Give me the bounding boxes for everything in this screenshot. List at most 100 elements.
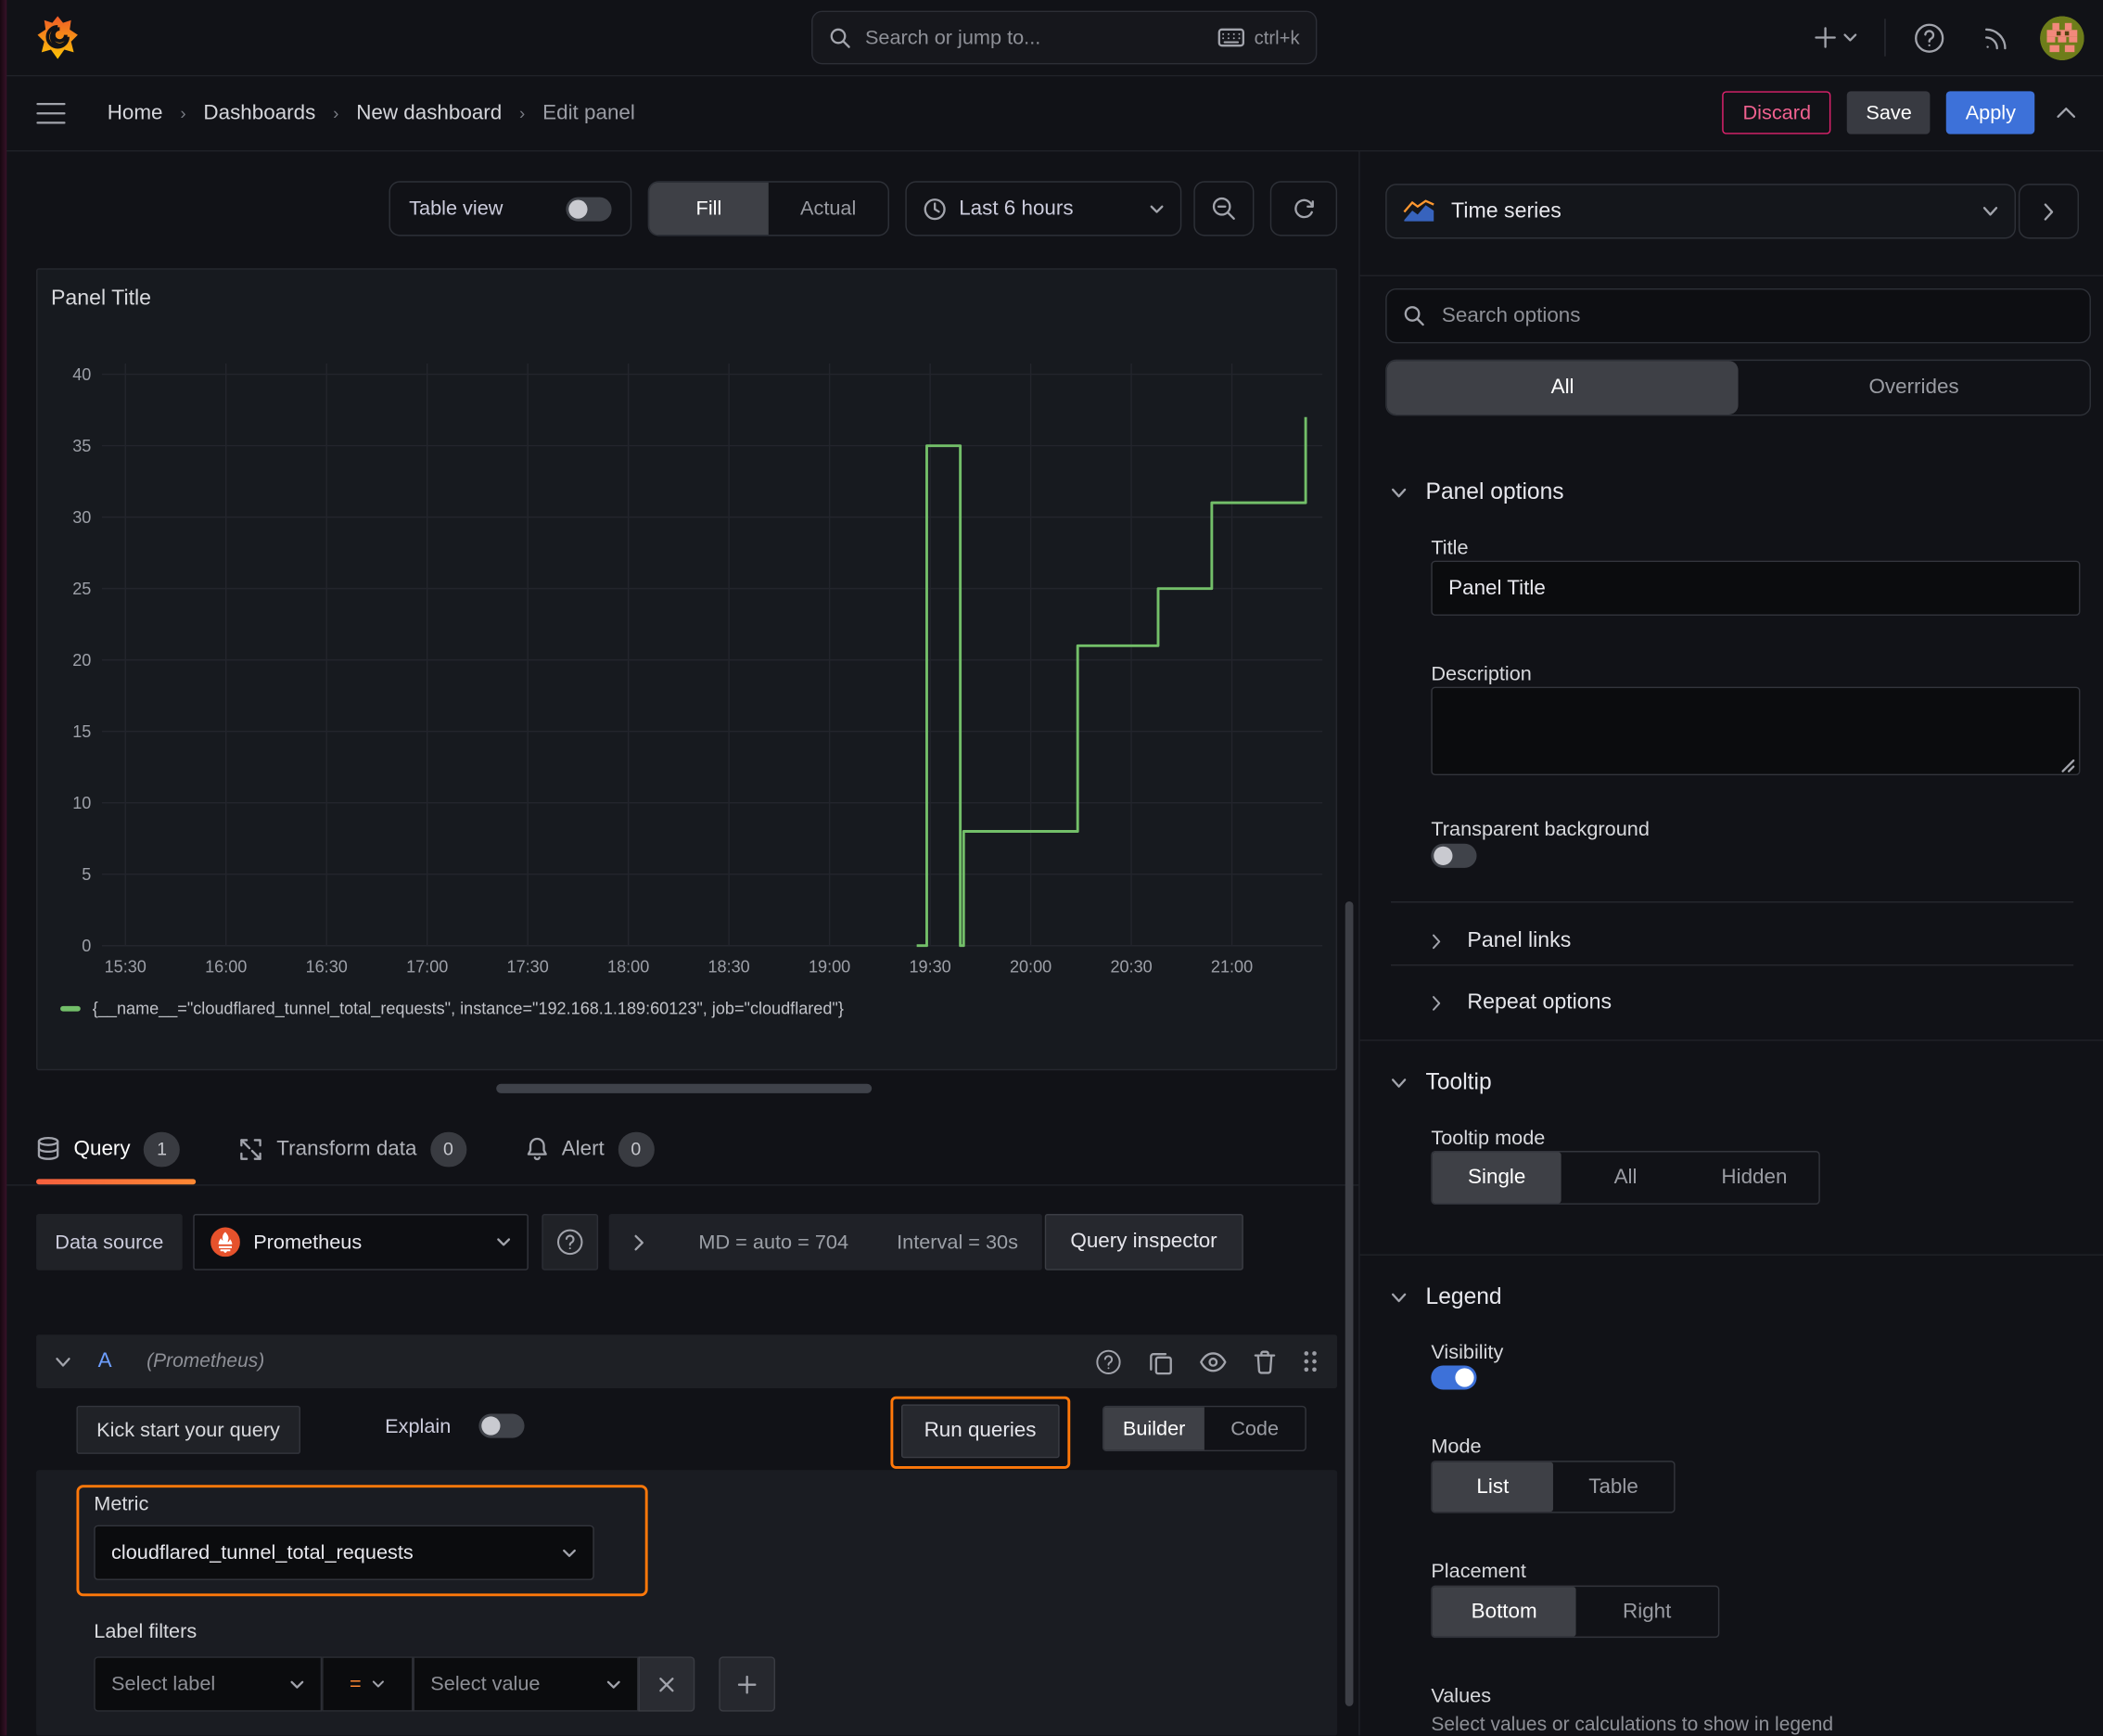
max-data-points-value: MD = auto = 704	[698, 1231, 849, 1254]
legend-list-option[interactable]: List	[1432, 1462, 1553, 1513]
tab-transform-data[interactable]: Transform data 0	[239, 1114, 493, 1185]
svg-text:18:00: 18:00	[607, 958, 649, 976]
bell-icon	[526, 1136, 549, 1161]
explain-toggle[interactable]	[478, 1413, 525, 1438]
plus-icon	[1814, 25, 1838, 49]
datasource-label: Data source	[36, 1214, 183, 1270]
panel-title-input[interactable]	[1431, 560, 2081, 616]
refresh-button[interactable]	[1269, 181, 1338, 236]
breadcrumb-dashboards[interactable]: Dashboards	[203, 101, 315, 125]
placement-right-option[interactable]: Right	[1576, 1587, 1718, 1637]
tooltip-mode-group: Single All Hidden	[1431, 1151, 1820, 1205]
zoom-out-button[interactable]	[1193, 181, 1255, 236]
query-refid: A	[97, 1349, 112, 1372]
main-scrollbar-thumb[interactable]	[1345, 901, 1354, 1706]
placement-bottom-option[interactable]: Bottom	[1432, 1587, 1576, 1637]
datasource-picker[interactable]: Prometheus	[193, 1214, 529, 1270]
chart-panel: Panel Title 0 5 10 15 20 25 30 35 40 15:30 16:00 16…	[36, 268, 1338, 1071]
visualization-picker[interactable]: Time series	[1385, 184, 2016, 239]
query-row-header[interactable]: A (Prometheus)	[36, 1334, 1338, 1389]
legend-header[interactable]: Legend	[1391, 1283, 1502, 1310]
scale-wrapper: Search or jump to... ctrl+k Home › Dashb…	[0, 0, 2103, 1736]
grafana-logo[interactable]	[36, 15, 79, 60]
kick-start-query-button[interactable]: Kick start your query	[76, 1405, 300, 1454]
metric-select[interactable]: cloudflared_tunnel_total_requests	[94, 1525, 594, 1580]
options-search[interactable]	[1385, 287, 2091, 344]
fill-option[interactable]: Fill	[649, 182, 769, 236]
add-filter-button[interactable]	[719, 1656, 776, 1712]
query-options-summary: MD = auto = 704 Interval = 30s	[608, 1214, 1043, 1270]
tooltip-all-option[interactable]: All	[1561, 1152, 1690, 1203]
news-button[interactable]	[1973, 13, 2021, 61]
query-inspector-button[interactable]: Query inspector	[1044, 1214, 1243, 1270]
panel-options-header[interactable]: Panel options	[1391, 479, 1564, 505]
tab-transform-label: Transform data	[276, 1136, 417, 1160]
description-textarea[interactable]	[1431, 686, 2081, 776]
remove-filter-button[interactable]	[638, 1656, 695, 1712]
drag-handle-icon[interactable]	[1302, 1349, 1318, 1373]
grafana-edit-panel-screen: Search or jump to... ctrl+k Home › Dashb…	[0, 0, 2103, 1736]
tab-query[interactable]: Query 1	[36, 1114, 207, 1185]
user-avatar[interactable]	[2040, 15, 2084, 60]
repeat-options-section[interactable]: Repeat options	[1431, 979, 1612, 1028]
new-menu-button[interactable]	[1805, 18, 1866, 57]
panel-options-header-label: Panel options	[1425, 479, 1564, 504]
datasource-help-button[interactable]	[542, 1214, 598, 1270]
breadcrumb-home[interactable]: Home	[108, 101, 163, 125]
chevron-right-icon[interactable]	[633, 1233, 645, 1251]
time-range-picker[interactable]: Last 6 hours	[905, 181, 1182, 236]
trash-icon[interactable]	[1253, 1348, 1277, 1373]
legend-visibility-toggle[interactable]	[1431, 1365, 1477, 1390]
run-queries-button[interactable]: Run queries	[901, 1404, 1060, 1459]
label-filter-row: Select label = Select value	[94, 1656, 776, 1712]
table-view-toggle[interactable]	[566, 196, 612, 221]
code-option[interactable]: Code	[1204, 1407, 1305, 1449]
panel-resize-handle[interactable]	[496, 1083, 873, 1093]
legend-visibility-label: Visibility	[1431, 1341, 1504, 1365]
operator-dropdown[interactable]: =	[322, 1656, 414, 1712]
svg-text:18:30: 18:30	[708, 958, 750, 976]
query-editor-card: Metric cloudflared_tunnel_total_requests…	[36, 1470, 1338, 1736]
chevron-down-icon[interactable]	[55, 1356, 70, 1368]
tooltip-header[interactable]: Tooltip	[1391, 1069, 1492, 1096]
breadcrumb-bar: Home › Dashboards › New dashboard › Edit…	[0, 76, 2103, 152]
svg-text:20: 20	[72, 651, 91, 670]
top-nav-bar: Search or jump to... ctrl+k	[0, 0, 2103, 77]
tab-alert[interactable]: Alert 0	[526, 1114, 682, 1185]
chart-legend-item[interactable]: {__name__="cloudflared_tunnel_total_requ…	[60, 1000, 844, 1018]
apply-button[interactable]: Apply	[1946, 91, 2035, 134]
legend-table-option[interactable]: Table	[1553, 1462, 1674, 1513]
help-button[interactable]	[1905, 13, 1955, 63]
options-divider	[1390, 901, 2074, 903]
options-search-input[interactable]	[1439, 302, 2074, 330]
transparent-background-toggle[interactable]	[1431, 843, 1477, 868]
viz-list-expand-button[interactable]	[2018, 184, 2079, 239]
collapse-options-button[interactable]	[2051, 100, 2082, 124]
tab-alert-label: Alert	[561, 1136, 605, 1160]
svg-text:16:00: 16:00	[205, 958, 247, 976]
hide-response-icon[interactable]	[1199, 1351, 1227, 1372]
tab-alert-count: 0	[618, 1131, 655, 1167]
duplicate-query-icon[interactable]	[1148, 1348, 1173, 1374]
builder-option[interactable]: Builder	[1103, 1407, 1204, 1450]
tooltip-header-label: Tooltip	[1425, 1068, 1492, 1095]
save-button[interactable]: Save	[1847, 91, 1931, 134]
svg-text:15: 15	[72, 722, 91, 741]
select-value-dropdown[interactable]: Select value	[413, 1656, 639, 1712]
svg-text:17:00: 17:00	[406, 958, 448, 976]
select-label-dropdown[interactable]: Select label	[94, 1656, 323, 1712]
actual-option[interactable]: Actual	[769, 183, 888, 235]
menu-toggle-button[interactable]	[36, 102, 66, 125]
select-label-placeholder: Select label	[111, 1672, 216, 1696]
chevron-down-icon	[1842, 32, 1857, 44]
global-search-input[interactable]: Search or jump to... ctrl+k	[811, 10, 1318, 65]
discard-button[interactable]: Discard	[1722, 91, 1831, 134]
breadcrumb-new-dashboard[interactable]: New dashboard	[356, 101, 502, 125]
tooltip-hidden-option[interactable]: Hidden	[1690, 1152, 1819, 1203]
tab-all[interactable]: All	[1386, 361, 1739, 415]
query-help-icon[interactable]	[1094, 1347, 1122, 1375]
tab-transform-count: 0	[429, 1131, 466, 1167]
tab-overrides[interactable]: Overrides	[1739, 361, 2090, 415]
tooltip-single-option[interactable]: Single	[1432, 1152, 1561, 1204]
panel-links-section[interactable]: Panel links	[1431, 917, 1571, 965]
